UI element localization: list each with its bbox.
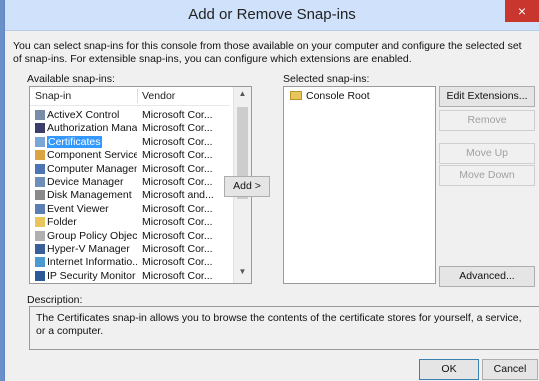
snapin-row[interactable]: Group Policy Object ... Microsoft Cor... — [30, 230, 230, 243]
snapin-name: IP Security Monitor — [47, 269, 136, 282]
available-snapins-list[interactable]: Snap-in Vendor ActiveX Control Microsoft … — [29, 86, 252, 284]
policy-icon — [35, 230, 45, 241]
selected-snapins-label: Selected snap-ins: — [283, 73, 370, 85]
snapin-vendor: Microsoft Cor... — [142, 109, 213, 121]
scroll-down-arrow-icon[interactable]: ▼ — [234, 267, 251, 281]
snapin-vendor: Microsoft Cor... — [142, 135, 213, 148]
computer-icon — [35, 163, 45, 174]
snapin-row[interactable]: Device Manager Microsoft Cor... — [30, 176, 230, 189]
snapin-vendor: Microsoft Cor... — [142, 283, 228, 284]
snapin-name: Device Manager — [47, 175, 124, 188]
snapin-name: Authorization Manager — [47, 122, 137, 135]
activex-icon — [35, 110, 45, 120]
snapin-vendor: Microsoft Cor... — [142, 149, 213, 162]
snapin-row[interactable]: Internet Informatio... Microsoft Cor... — [30, 256, 230, 269]
selected-snapins-list[interactable]: Console Root — [283, 86, 436, 284]
folder-icon — [35, 217, 45, 228]
ok-button[interactable]: OK — [419, 359, 479, 380]
snapin-name: Hyper-V Manager — [47, 242, 130, 255]
snapin-row[interactable]: Disk Management Microsoft and... — [30, 189, 230, 202]
snapin-vendor: Microsoft Cor... — [142, 256, 213, 269]
snapin-name: Certificates — [47, 135, 102, 148]
snapin-name: Disk Management — [47, 189, 132, 202]
snapin-row[interactable]: Event Viewer Microsoft Cor... — [30, 203, 230, 216]
snapin-name: Internet Informatio... — [47, 256, 137, 269]
description-label: Description: — [27, 294, 83, 306]
snapin-vendor: Microsoft Cor... — [142, 229, 213, 242]
snapin-row[interactable]: IP Security Policy M... Microsoft Cor... — [30, 283, 230, 284]
add-remove-snapins-dialog: Add or Remove Snap-ins × You can select … — [4, 0, 539, 381]
snapin-vendor: Microsoft Cor... — [142, 202, 213, 215]
move-down-button[interactable]: Move Down — [439, 165, 535, 186]
scroll-up-arrow-icon[interactable]: ▲ — [234, 89, 251, 103]
snapin-name: Folder — [47, 216, 77, 229]
authorization-icon — [35, 123, 45, 134]
snapin-rows: ActiveX Control Microsoft Cor... Authoriza… — [30, 109, 230, 284]
snapin-row[interactable]: Authorization Manager Microsoft Cor... — [30, 122, 230, 135]
snapin-name: IP Security Policy M... — [47, 283, 137, 284]
component-icon — [35, 150, 45, 161]
snapin-vendor: Microsoft and... — [142, 189, 214, 202]
snapin-row[interactable]: Component Services Microsoft Cor... — [30, 149, 230, 162]
intro-text: You can select snap-ins for this console… — [13, 40, 522, 65]
list-header: Snap-in Vendor — [30, 87, 230, 106]
certificate-icon — [35, 136, 45, 147]
snapin-name: ActiveX Control — [47, 109, 120, 121]
snapin-vendor: Microsoft Cor... — [142, 122, 213, 135]
column-header-snapin[interactable]: Snap-in — [35, 90, 71, 102]
snapin-vendor: Microsoft Cor... — [142, 162, 213, 175]
snapin-row[interactable]: IP Security Monitor Microsoft Cor... — [30, 270, 230, 283]
column-separator[interactable] — [137, 89, 138, 103]
remove-button[interactable]: Remove — [439, 110, 535, 131]
close-button[interactable]: × — [505, 0, 539, 22]
description-box: The Certificates snap-in allows you to b… — [29, 306, 539, 350]
folder-icon — [290, 91, 302, 100]
snapin-vendor: Microsoft Cor... — [142, 175, 213, 188]
move-up-button[interactable]: Move Up — [439, 143, 535, 164]
cancel-button[interactable]: Cancel — [482, 359, 538, 380]
hyperv-icon — [35, 243, 45, 254]
disk-icon — [35, 190, 45, 201]
snapin-name: Event Viewer — [47, 202, 109, 215]
snapin-row[interactable]: Folder Microsoft Cor... — [30, 216, 230, 229]
snapin-row[interactable]: Hyper-V Manager Microsoft Cor... — [30, 243, 230, 256]
title-bar: Add or Remove Snap-ins × — [5, 0, 539, 31]
snapin-name: Group Policy Object ... — [47, 229, 137, 242]
snapin-row[interactable]: ActiveX Control Microsoft Cor... — [30, 109, 230, 122]
device-icon — [35, 176, 45, 187]
available-snapins-label: Available snap-ins: — [27, 73, 115, 85]
snapin-name: Computer Managem... — [47, 162, 137, 175]
selected-item-console-root[interactable]: Console Root — [290, 90, 370, 102]
security-icon — [35, 270, 45, 281]
advanced-button[interactable]: Advanced... — [439, 266, 535, 287]
snapin-row[interactable]: Computer Managem... Microsoft Cor... — [30, 163, 230, 176]
snapin-vendor: Microsoft Cor... — [142, 242, 213, 255]
add-button[interactable]: Add > — [224, 176, 270, 197]
snapin-name: Component Services — [47, 149, 137, 162]
snapin-row[interactable]: Certificates Microsoft Cor... — [30, 135, 230, 149]
dialog-title: Add or Remove Snap-ins — [188, 6, 356, 23]
edit-extensions-button[interactable]: Edit Extensions... — [439, 86, 535, 107]
column-header-vendor[interactable]: Vendor — [142, 90, 175, 102]
iis-icon — [35, 257, 45, 268]
snapin-vendor: Microsoft Cor... — [142, 216, 213, 229]
selected-item-label: Console Root — [306, 90, 370, 102]
event-icon — [35, 203, 45, 214]
snapin-vendor: Microsoft Cor... — [142, 269, 213, 282]
